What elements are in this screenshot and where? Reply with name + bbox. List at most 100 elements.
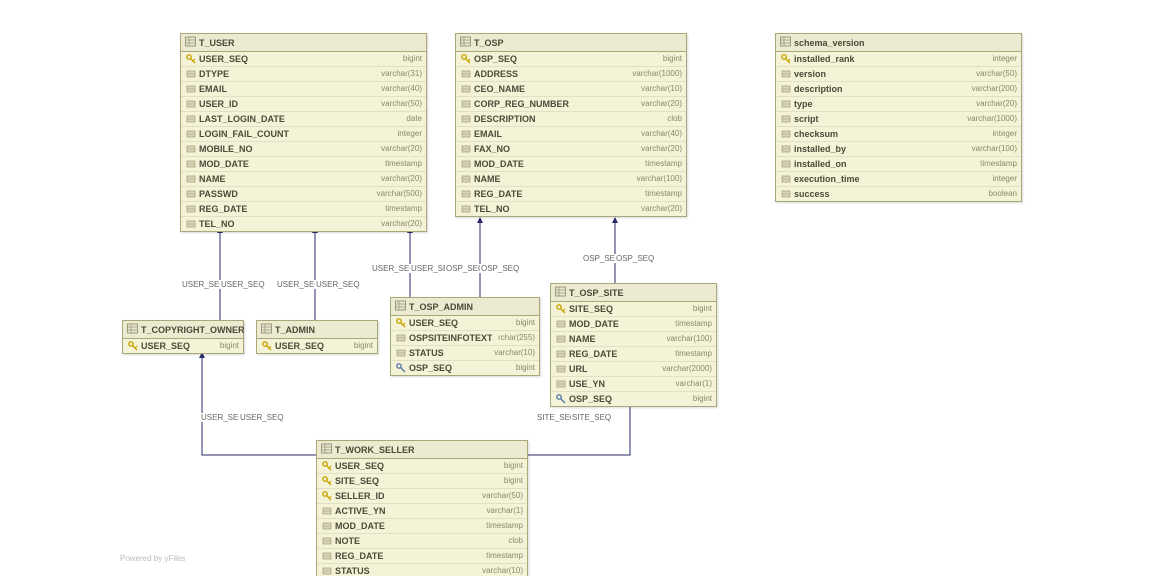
column-type: bigint <box>498 460 523 472</box>
column-icon <box>460 204 472 214</box>
column-row[interactable]: installed_ontimestamp <box>776 157 1021 172</box>
column-row[interactable]: OSP_SEQbigint <box>551 392 716 406</box>
table-header[interactable]: T_OSP <box>456 34 686 52</box>
column-row[interactable]: MOBILE_NOvarchar(20) <box>181 142 426 157</box>
table-t_work_seller[interactable]: T_WORK_SELLERUSER_SEQbigintSITE_SEQbigin… <box>316 440 528 576</box>
table-title: schema_version <box>794 38 865 48</box>
column-row[interactable]: DESCRIPTIONclob <box>456 112 686 127</box>
table-icon <box>127 323 138 336</box>
table-header[interactable]: T_ADMIN <box>257 321 377 339</box>
column-row[interactable]: installed_byvarchar(100) <box>776 142 1021 157</box>
edge-label: USER_SEQ <box>220 280 266 289</box>
column-row[interactable]: ACTIVE_YNvarchar(1) <box>317 504 527 519</box>
table-header[interactable]: schema_version <box>776 34 1021 52</box>
column-row[interactable]: USER_SEQbigint <box>123 339 243 353</box>
column-row[interactable]: SITE_SEQbigint <box>551 302 716 317</box>
column-row[interactable]: USER_IDvarchar(50) <box>181 97 426 112</box>
column-row[interactable]: REG_DATEtimestamp <box>181 202 426 217</box>
key-icon <box>321 461 333 471</box>
table-header[interactable]: T_USER <box>181 34 426 52</box>
column-row[interactable]: SELLER_IDvarchar(50) <box>317 489 527 504</box>
column-row[interactable]: NAMEvarchar(100) <box>551 332 716 347</box>
column-row[interactable]: REG_DATEtimestamp <box>317 549 527 564</box>
table-header[interactable]: T_COPYRIGHT_OWNER <box>123 321 243 339</box>
table-t_copyright_owner[interactable]: T_COPYRIGHT_OWNERUSER_SEQbigint <box>122 320 244 354</box>
column-row[interactable]: typevarchar(20) <box>776 97 1021 112</box>
column-type: varchar(20) <box>375 173 422 185</box>
column-row[interactable]: USER_SEQbigint <box>317 459 527 474</box>
column-row[interactable]: SITE_SEQbigint <box>317 474 527 489</box>
column-row[interactable]: EMAILvarchar(40) <box>456 127 686 142</box>
column-row[interactable]: USER_SEQbigint <box>391 316 539 331</box>
column-row[interactable]: ADDRESSvarchar(1000) <box>456 67 686 82</box>
column-name: OSP_SEQ <box>472 53 657 65</box>
column-row[interactable]: NAMEvarchar(20) <box>181 172 426 187</box>
column-name: DESCRIPTION <box>472 113 661 125</box>
column-row[interactable]: USE_YNvarchar(1) <box>551 377 716 392</box>
table-header[interactable]: T_OSP_SITE <box>551 284 716 302</box>
column-name: USE_YN <box>567 378 670 390</box>
column-row[interactable]: FAX_NOvarchar(20) <box>456 142 686 157</box>
column-name: USER_SEQ <box>273 340 348 352</box>
key-icon <box>261 341 273 351</box>
column-row[interactable]: NAMEvarchar(100) <box>456 172 686 187</box>
column-row[interactable]: REG_DATEtimestamp <box>551 347 716 362</box>
column-row[interactable]: OSP_SEQbigint <box>391 361 539 375</box>
table-t_osp_site[interactable]: T_OSP_SITESITE_SEQbigintMOD_DATEtimestam… <box>550 283 717 407</box>
column-row[interactable]: PASSWDvarchar(500) <box>181 187 426 202</box>
column-type: varchar(20) <box>635 98 682 110</box>
column-row[interactable]: URLvarchar(2000) <box>551 362 716 377</box>
column-row[interactable]: DTYPEvarchar(31) <box>181 67 426 82</box>
column-row[interactable]: checksuminteger <box>776 127 1021 142</box>
table-t_osp_admin[interactable]: T_OSP_ADMINUSER_SEQbigintOSPSITEINFOTEXT… <box>390 297 540 376</box>
column-name: CEO_NAME <box>472 83 635 95</box>
column-row[interactable]: REG_DATEtimestamp <box>456 187 686 202</box>
column-row[interactable]: TEL_NOvarchar(20) <box>181 217 426 231</box>
column-row[interactable]: MOD_DATEtimestamp <box>317 519 527 534</box>
column-row[interactable]: EMAILvarchar(40) <box>181 82 426 97</box>
column-icon <box>555 379 567 389</box>
column-type: varchar(50) <box>375 98 422 110</box>
column-icon <box>185 144 197 154</box>
table-icon <box>261 323 272 336</box>
column-icon <box>321 521 333 531</box>
column-icon <box>460 99 472 109</box>
column-row[interactable]: MOD_DATEtimestamp <box>551 317 716 332</box>
table-t_user[interactable]: T_USERUSER_SEQbigintDTYPEvarchar(31)EMAI… <box>180 33 427 232</box>
column-icon <box>780 69 792 79</box>
table-header[interactable]: T_OSP_ADMIN <box>391 298 539 316</box>
table-schema_version[interactable]: schema_version installed_rankintegerversi… <box>775 33 1022 202</box>
column-row[interactable]: versionvarchar(50) <box>776 67 1021 82</box>
column-row[interactable]: STATUSvarchar(10) <box>391 346 539 361</box>
column-type: varchar(2000) <box>656 363 712 375</box>
column-row[interactable]: MOD_DATEtimestamp <box>181 157 426 172</box>
column-icon <box>555 319 567 329</box>
table-icon <box>780 36 791 49</box>
column-row[interactable]: scriptvarchar(1000) <box>776 112 1021 127</box>
column-row[interactable]: USER_SEQbigint <box>181 52 426 67</box>
column-row[interactable]: NOTEclob <box>317 534 527 549</box>
column-type: timestamp <box>974 158 1017 170</box>
column-row[interactable]: CEO_NAMEvarchar(10) <box>456 82 686 97</box>
table-t_osp[interactable]: T_OSPOSP_SEQbigintADDRESSvarchar(1000)CE… <box>455 33 687 217</box>
column-icon <box>780 174 792 184</box>
column-type: varchar(31) <box>375 68 422 80</box>
column-row[interactable]: STATUSvarchar(10) <box>317 564 527 576</box>
column-row[interactable]: OSP_SEQbigint <box>456 52 686 67</box>
column-row[interactable]: TEL_NOvarchar(20) <box>456 202 686 216</box>
column-row[interactable]: descriptionvarchar(200) <box>776 82 1021 97</box>
column-row[interactable]: USER_SEQbigint <box>257 339 377 353</box>
column-row[interactable]: LOGIN_FAIL_COUNTinteger <box>181 127 426 142</box>
column-row[interactable]: MOD_DATEtimestamp <box>456 157 686 172</box>
table-header[interactable]: T_WORK_SELLER <box>317 441 527 459</box>
column-row[interactable]: successboolean <box>776 187 1021 201</box>
column-name: NAME <box>197 173 375 185</box>
table-t_admin[interactable]: T_ADMINUSER_SEQbigint <box>256 320 378 354</box>
column-row[interactable]: installed_rankinteger <box>776 52 1021 67</box>
column-row[interactable]: execution_timeinteger <box>776 172 1021 187</box>
column-row[interactable]: CORP_REG_NUMBERvarchar(20) <box>456 97 686 112</box>
column-name: USER_SEQ <box>407 317 510 329</box>
column-row[interactable]: LAST_LOGIN_DATEdate <box>181 112 426 127</box>
column-row[interactable]: OSPSITEINFOTEXTrchar(255) <box>391 331 539 346</box>
column-type: bigint <box>214 340 239 352</box>
